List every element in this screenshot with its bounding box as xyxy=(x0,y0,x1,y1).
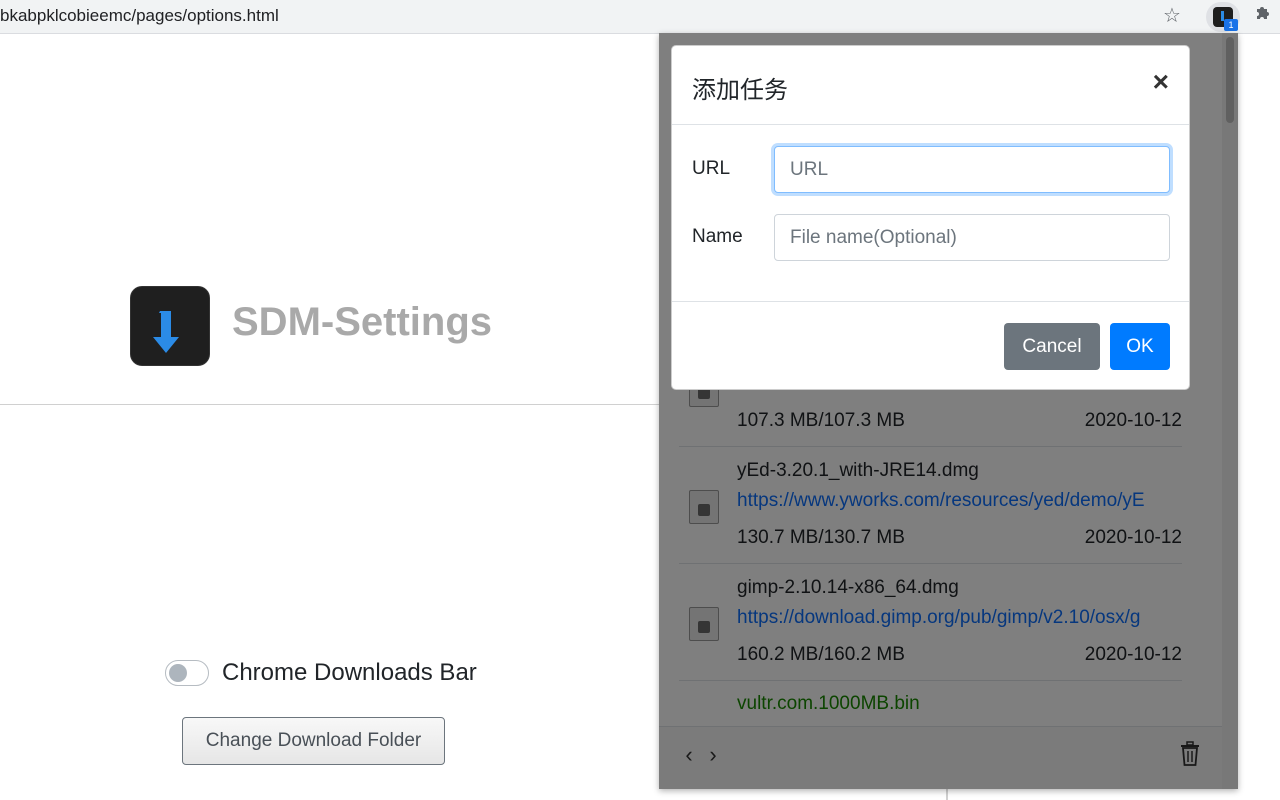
browser-toolbar: bkabpklcobieemc/pages/options.html ☆ 1 xyxy=(0,0,1280,34)
star-icon[interactable]: ☆ xyxy=(1160,4,1184,28)
ok-button[interactable]: OK xyxy=(1110,323,1170,370)
extension-badge: 1 xyxy=(1224,19,1238,31)
modal-footer: Cancel OK xyxy=(672,301,1189,389)
toggle-label: Chrome Downloads Bar xyxy=(222,659,477,686)
divider xyxy=(0,404,660,405)
change-download-folder-button[interactable]: Change Download Folder xyxy=(182,717,445,765)
sdm-extension-button[interactable]: 1 xyxy=(1206,2,1240,32)
close-icon[interactable]: × xyxy=(1153,68,1169,96)
url-label: URL xyxy=(692,158,731,179)
chrome-downloads-bar-toggle[interactable] xyxy=(165,660,209,686)
add-task-modal: 添加任务 × URL Name Cancel OK xyxy=(671,45,1190,390)
page-title: SDM-Settings xyxy=(232,300,492,344)
modal-header: 添加任务 × xyxy=(672,46,1189,125)
url-input[interactable] xyxy=(774,146,1170,193)
file-name-input[interactable] xyxy=(774,214,1170,261)
modal-title: 添加任务 xyxy=(692,77,788,104)
name-label: Name xyxy=(692,226,743,247)
toggle-knob xyxy=(169,664,187,682)
sdm-logo xyxy=(130,286,210,366)
cancel-button[interactable]: Cancel xyxy=(1004,323,1100,370)
address-bar-url[interactable]: bkabpklcobieemc/pages/options.html xyxy=(0,6,279,26)
puzzle-icon[interactable] xyxy=(1250,3,1276,29)
